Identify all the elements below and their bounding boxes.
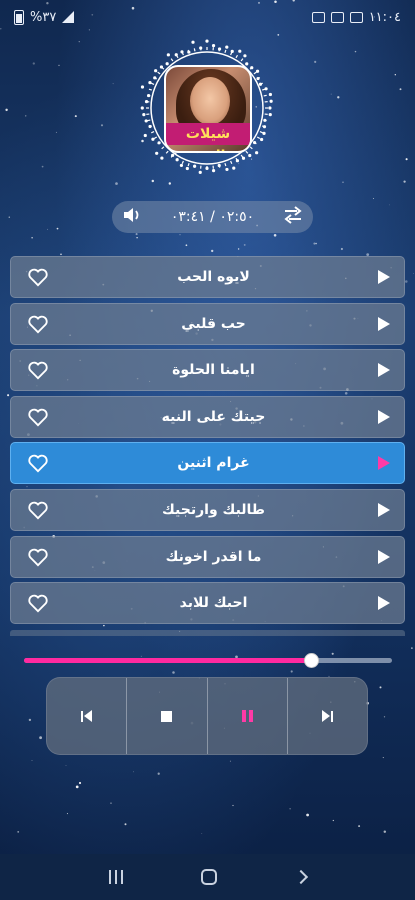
play-icon[interactable] [378, 456, 390, 471]
song-title: غرام اثنين [177, 455, 250, 472]
system-nav-bar [0, 854, 415, 900]
play-icon[interactable] [378, 596, 390, 611]
playlist-row[interactable]: جيتك على النيه [10, 395, 405, 438]
song-title: احبك للابد [179, 595, 248, 612]
heart-outline-icon[interactable] [27, 453, 49, 473]
play-icon[interactable] [378, 270, 390, 284]
back-icon[interactable] [293, 869, 308, 885]
heart-outline-icon[interactable] [27, 407, 49, 427]
playlist-row[interactable]: لايوه الحب [10, 256, 405, 298]
playlist: لايوه الحب حب قلبي ايامنا الحلوة جيتك على ا… [10, 256, 405, 636]
time-display: ٠٢:٥٠ / ٠٣:٤١ [170, 209, 255, 225]
album-cover-face [190, 77, 230, 125]
heart-outline-icon[interactable] [27, 500, 49, 520]
signal-icon [62, 11, 75, 23]
playlist-row[interactable]: ما اقدر اخونك [10, 535, 405, 578]
gallery-notification-icon [311, 11, 325, 23]
next-button[interactable] [288, 678, 367, 754]
transport-controls [46, 677, 368, 755]
song-title: حب قلبي [181, 315, 246, 332]
battery-percent: %٣٧ [30, 9, 57, 25]
pause-icon [241, 710, 253, 722]
heart-outline-icon[interactable] [27, 267, 49, 287]
next-icon [321, 710, 333, 722]
album-cover[interactable]: شيلات الحب [164, 65, 252, 153]
album-title: شيلات الحب [166, 123, 250, 151]
heart-outline-icon[interactable] [27, 314, 49, 334]
previous-icon [81, 710, 93, 722]
media-notification-icon [330, 11, 344, 23]
shuffle-icon[interactable] [283, 206, 303, 228]
stop-button[interactable] [127, 678, 208, 754]
heart-outline-icon[interactable] [27, 547, 49, 567]
battery-icon [14, 9, 24, 25]
progress-bar[interactable] [24, 653, 392, 668]
song-title: ما اقدر اخونك [165, 548, 262, 565]
song-title: لايوه الحب [177, 269, 250, 285]
album-art-container: شيلات الحب [137, 34, 277, 182]
progress-knob[interactable] [304, 653, 320, 668]
playlist-row[interactable]: طالبك وارتجيك [10, 488, 405, 531]
playlist-row[interactable]: احبك للابد [10, 582, 405, 625]
previous-button[interactable] [47, 678, 128, 754]
screenshot-notification-icon [349, 11, 363, 23]
play-icon[interactable] [378, 549, 390, 564]
status-bar: %٣٧ ١١:٠٤ [0, 0, 415, 34]
volume-icon[interactable] [122, 206, 142, 228]
play-icon[interactable] [378, 316, 390, 331]
song-title: ايامنا الحلوة [172, 362, 255, 379]
status-time: ١١:٠٤ [368, 9, 401, 25]
play-icon[interactable] [378, 409, 390, 424]
playlist-row[interactable]: غرام اثنين [10, 442, 405, 485]
progress-fill [24, 658, 312, 663]
song-title: جيتك على النيه [161, 408, 266, 425]
status-right: ١١:٠٤ [311, 9, 401, 25]
playlist-row[interactable]: حب قلبي [10, 302, 405, 345]
playlist-next-row-edge [10, 630, 405, 636]
stop-icon [161, 710, 173, 722]
song-title: طالبك وارتجيك [162, 501, 265, 518]
heart-outline-icon[interactable] [27, 360, 49, 380]
recent-apps-icon[interactable] [109, 870, 124, 884]
heart-outline-icon[interactable] [27, 593, 49, 613]
playlist-row[interactable]: ايامنا الحلوة [10, 349, 405, 392]
pause-button[interactable] [208, 678, 288, 754]
play-icon[interactable] [378, 363, 390, 378]
status-left: %٣٧ [14, 9, 75, 25]
play-icon[interactable] [378, 502, 390, 517]
home-icon[interactable] [201, 869, 218, 885]
time-pill: ٠٢:٥٠ / ٠٣:٤١ [112, 201, 313, 233]
